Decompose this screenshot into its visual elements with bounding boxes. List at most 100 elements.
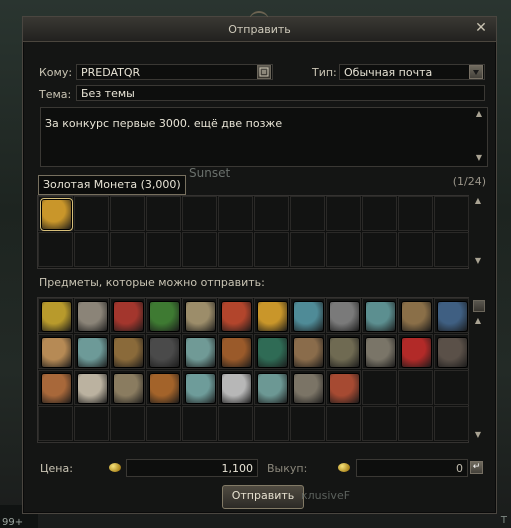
item-slot[interactable]	[254, 334, 289, 369]
body-scroll-down-icon[interactable]: ▼	[474, 154, 484, 162]
price-input[interactable]: 1,100	[126, 459, 258, 477]
address-book-button[interactable]	[257, 65, 271, 79]
item-slot[interactable]	[362, 370, 397, 405]
dagger-icon[interactable]	[329, 373, 360, 404]
helmet-icon[interactable]	[149, 373, 180, 404]
item-slot[interactable]	[290, 370, 325, 405]
close-icon[interactable]: ✕	[473, 21, 489, 37]
item-slot[interactable]	[182, 298, 217, 333]
item-slot[interactable]	[74, 298, 109, 333]
item-slot[interactable]	[326, 406, 361, 441]
item-slot[interactable]	[146, 196, 181, 231]
item-slot[interactable]	[326, 232, 361, 267]
red-gem-necklace-icon[interactable]	[401, 337, 432, 368]
bone-icon[interactable]	[77, 373, 108, 404]
inventory-scroll-down-icon[interactable]: ▼	[473, 431, 483, 439]
inventory-scroll-up-icon[interactable]: ▲	[473, 317, 483, 325]
green-cloth-icon[interactable]	[257, 337, 288, 368]
item-slot[interactable]	[254, 406, 289, 441]
title-bar[interactable]: Отправить ✕	[23, 17, 496, 42]
item-slot[interactable]	[182, 196, 217, 231]
item-slot[interactable]	[326, 370, 361, 405]
item-slot[interactable]	[74, 196, 109, 231]
hood-icon[interactable]	[149, 337, 180, 368]
enter-icon[interactable]: ↵	[470, 461, 483, 474]
item-slot[interactable]	[290, 196, 325, 231]
message-body-textarea[interactable]: За конкурс первые 3000. ещё две позже ▲ …	[40, 107, 488, 167]
hide-icon[interactable]	[41, 373, 72, 404]
item-slot[interactable]	[74, 370, 109, 405]
shield-icon[interactable]	[113, 373, 144, 404]
cloak-icon[interactable]	[437, 301, 468, 332]
item-slot[interactable]	[398, 406, 433, 441]
item-slot[interactable]	[146, 370, 181, 405]
enchant-scroll-icon[interactable]	[185, 337, 216, 368]
item-slot[interactable]	[182, 406, 217, 441]
bracer-icon[interactable]	[293, 373, 324, 404]
item-slot[interactable]	[218, 370, 253, 405]
chest-armor-icon[interactable]	[365, 337, 396, 368]
cod-input[interactable]: 0	[356, 459, 468, 477]
item-slot[interactable]	[146, 298, 181, 333]
item-slot[interactable]	[254, 232, 289, 267]
item-slot[interactable]	[362, 232, 397, 267]
item-slot[interactable]	[326, 298, 361, 333]
item-slot[interactable]	[218, 334, 253, 369]
send-button[interactable]: Отправить	[222, 485, 304, 509]
item-slot[interactable]	[254, 370, 289, 405]
item-slot[interactable]	[434, 196, 469, 231]
item-slot[interactable]	[326, 196, 361, 231]
pouch-icon[interactable]	[113, 337, 144, 368]
branch-icon[interactable]	[401, 301, 432, 332]
item-slot[interactable]	[362, 196, 397, 231]
gold-coin-icon[interactable]	[40, 198, 73, 231]
silver-ingot-icon[interactable]	[221, 373, 252, 404]
item-slot[interactable]	[362, 334, 397, 369]
item-slot[interactable]	[146, 334, 181, 369]
leg-armor-icon[interactable]	[329, 337, 360, 368]
recipient-input[interactable]: PREDATQR	[76, 64, 273, 80]
item-slot[interactable]	[434, 232, 469, 267]
item-slot[interactable]	[398, 232, 433, 267]
item-slot[interactable]	[182, 232, 217, 267]
mail-type-select[interactable]: Обычная почта	[339, 64, 485, 80]
item-slot[interactable]	[110, 298, 145, 333]
gauntlet-icon[interactable]	[329, 301, 360, 332]
log-icon[interactable]	[437, 337, 468, 368]
item-slot[interactable]	[110, 196, 145, 231]
attachment-scroll-down-icon[interactable]: ▼	[473, 257, 483, 265]
item-slot[interactable]	[146, 232, 181, 267]
item-slot[interactable]	[218, 406, 253, 441]
enchant-scroll-icon[interactable]	[365, 301, 396, 332]
item-slot[interactable]	[110, 370, 145, 405]
item-slot[interactable]	[398, 196, 433, 231]
recipe-scroll-icon[interactable]	[185, 301, 216, 332]
stone-disk-icon[interactable]	[77, 301, 108, 332]
item-slot[interactable]	[398, 298, 433, 333]
item-slot[interactable]	[290, 334, 325, 369]
subject-input[interactable]: Без темы	[76, 85, 485, 101]
expand-inventory-button[interactable]	[473, 300, 485, 312]
attachment-scroll-up-icon[interactable]: ▲	[473, 197, 483, 205]
item-slot[interactable]	[110, 232, 145, 267]
item-slot[interactable]	[110, 334, 145, 369]
amulet-icon[interactable]	[221, 301, 252, 332]
helmet-icon[interactable]	[221, 337, 252, 368]
item-slot[interactable]	[182, 334, 217, 369]
item-slot[interactable]	[434, 370, 469, 405]
item-slot[interactable]	[398, 370, 433, 405]
item-slot[interactable]	[218, 196, 253, 231]
item-slot[interactable]	[218, 298, 253, 333]
item-slot[interactable]	[326, 334, 361, 369]
item-slot[interactable]	[434, 298, 469, 333]
item-slot[interactable]	[362, 406, 397, 441]
gold-coin-icon[interactable]	[257, 301, 288, 332]
item-slot[interactable]	[74, 334, 109, 369]
item-slot[interactable]	[398, 334, 433, 369]
enchant-scroll-icon[interactable]	[257, 373, 288, 404]
parchment-icon[interactable]	[41, 337, 72, 368]
enchant-scroll-icon[interactable]	[185, 373, 216, 404]
item-slot[interactable]	[434, 406, 469, 441]
chevron-down-icon[interactable]	[469, 65, 483, 79]
item-slot[interactable]	[290, 406, 325, 441]
